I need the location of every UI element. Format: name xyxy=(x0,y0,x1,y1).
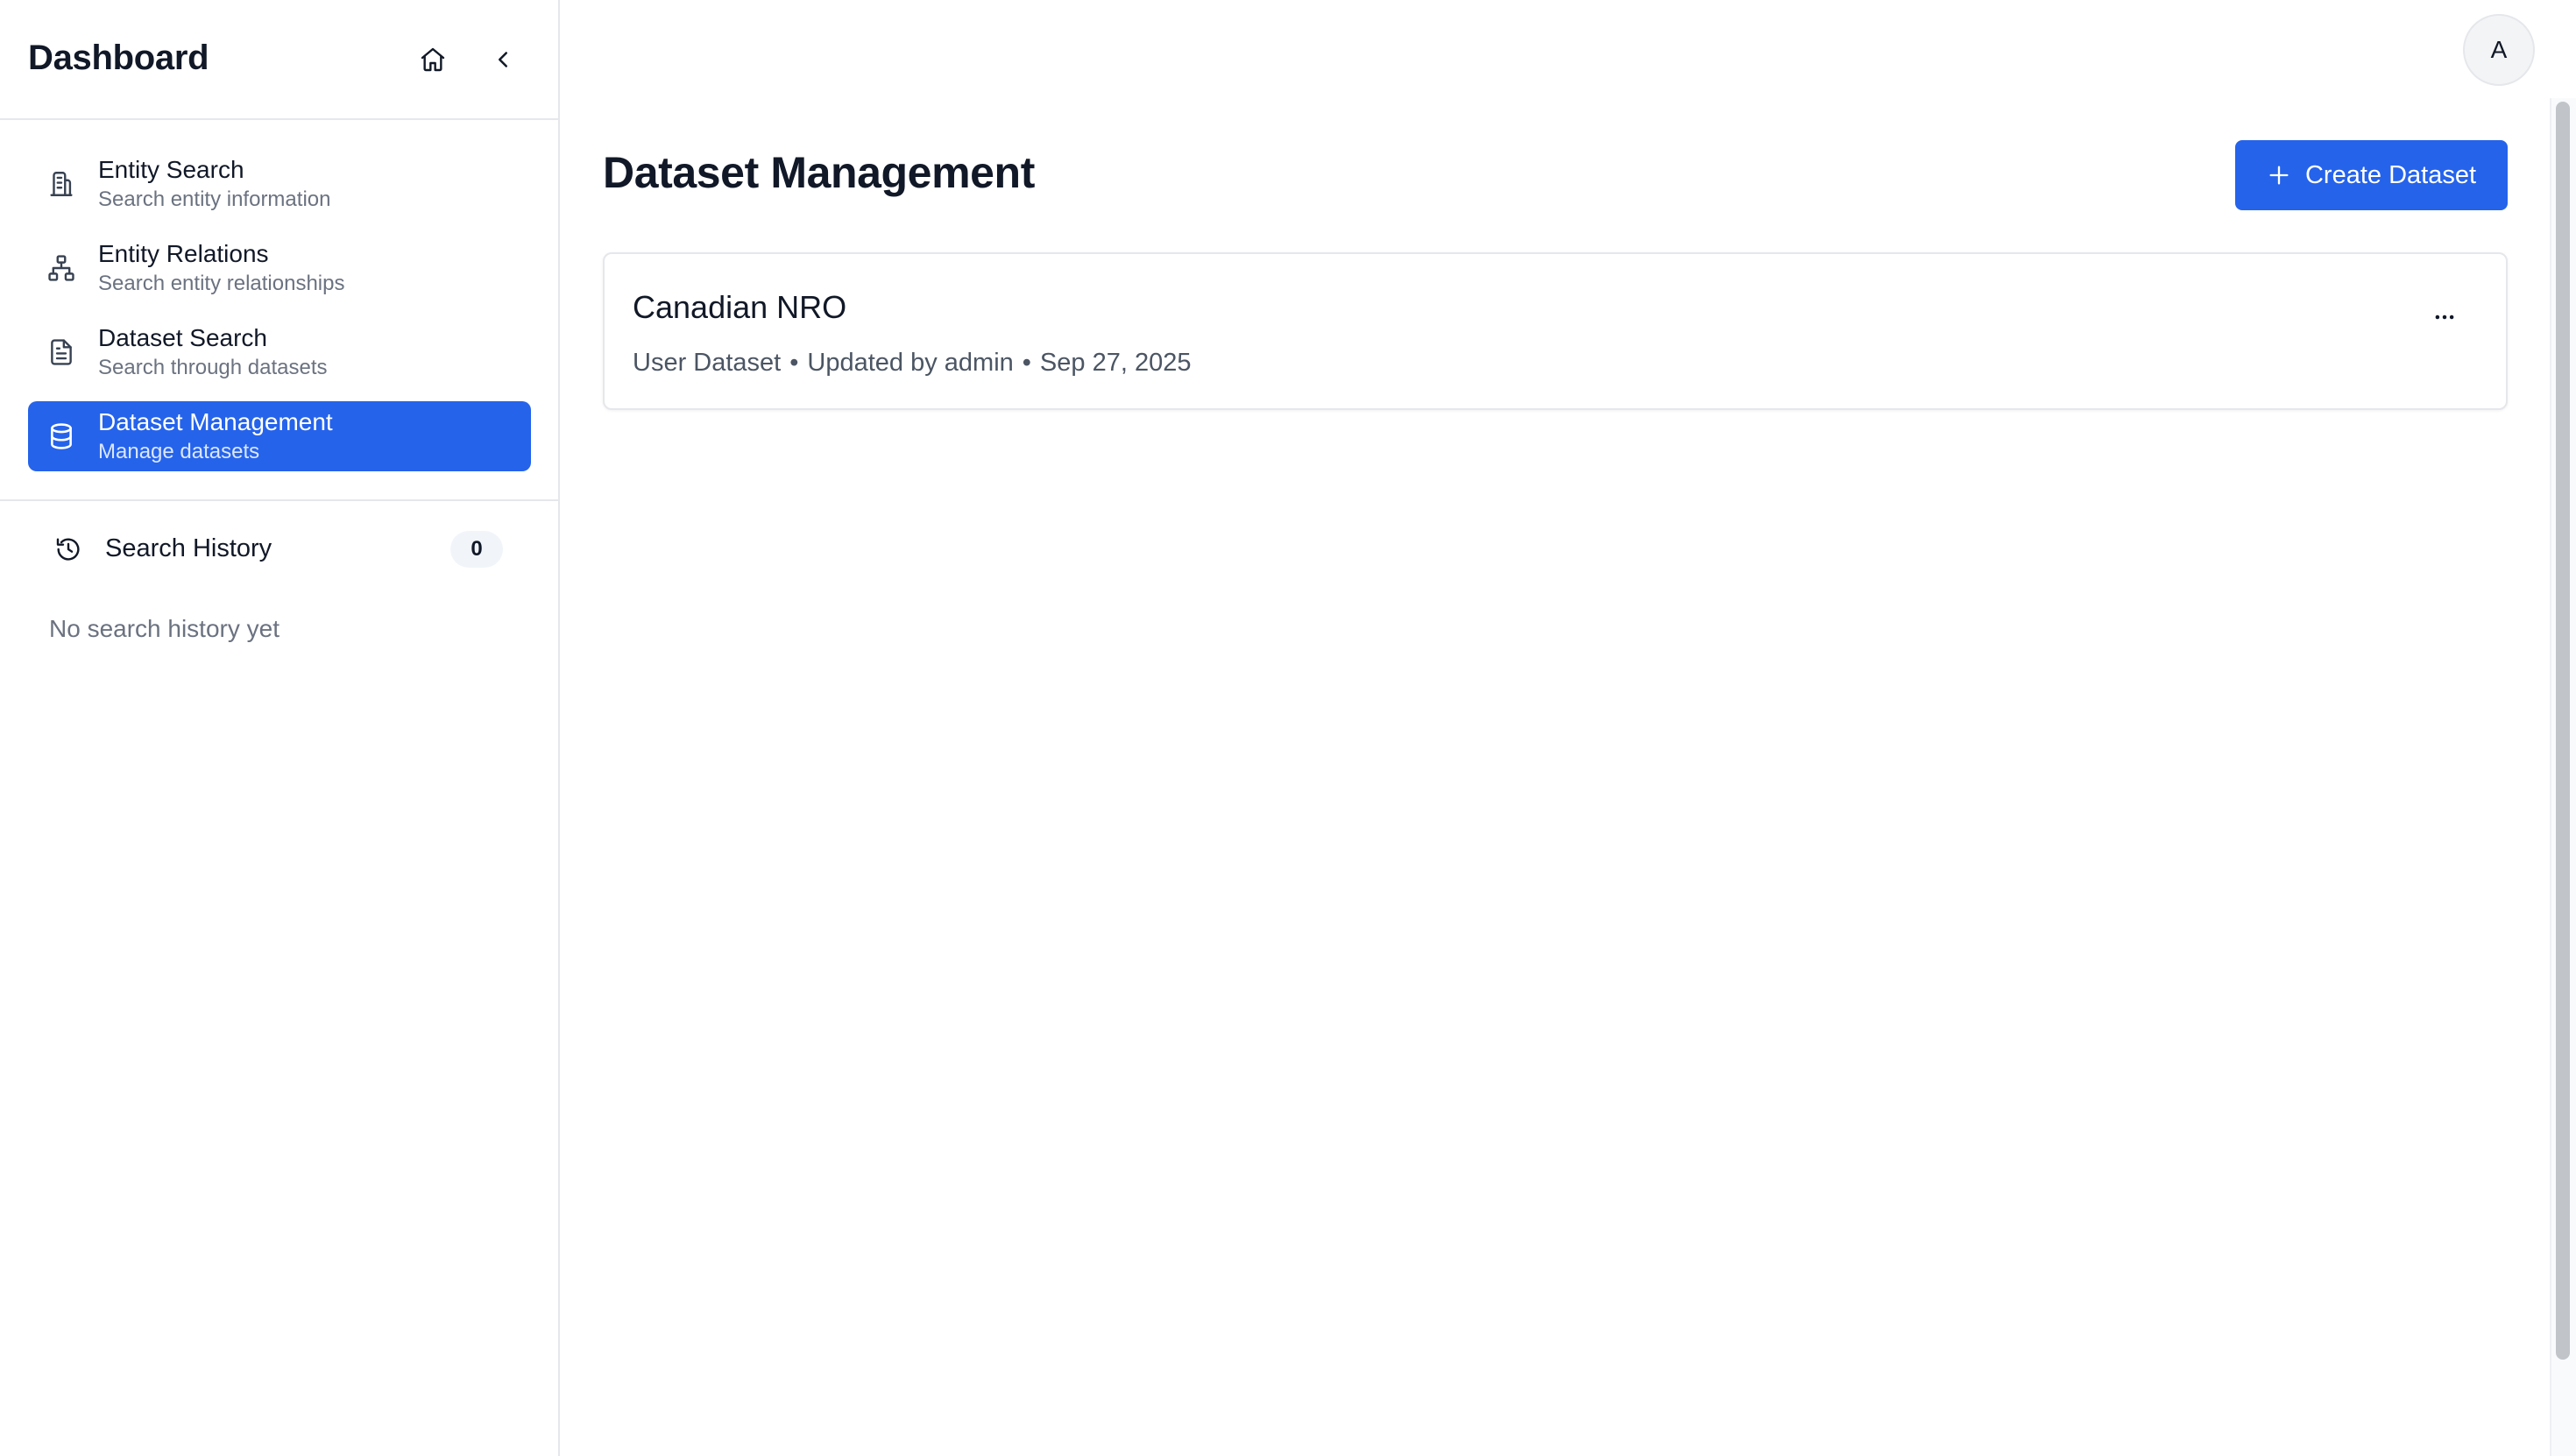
sidebar-header: Dashboard xyxy=(0,0,558,120)
dataset-date: Sep 27, 2025 xyxy=(1039,349,1192,377)
sidebar: Dashboard Entity Search Search entity in… xyxy=(0,0,560,1456)
search-history-header[interactable]: Search History 0 xyxy=(35,527,503,571)
dataset-meta: User Dataset • Updated by admin • Sep 27, 20… xyxy=(633,349,1191,378)
sidebar-item-label: Dataset Search xyxy=(98,324,267,351)
file-text-icon xyxy=(46,336,77,368)
separator-dot: • xyxy=(1022,349,1031,377)
user-avatar[interactable]: A xyxy=(2463,14,2535,86)
sidebar-item-label: Entity Relations xyxy=(98,240,269,267)
network-icon xyxy=(46,252,77,284)
dataset-card[interactable]: Canadian NRO User Dataset • Updated by adm… xyxy=(603,252,2508,410)
app-root: Dashboard Entity Search Search entity in… xyxy=(0,0,2576,1456)
building-icon xyxy=(46,168,77,200)
search-history-count-badge: 0 xyxy=(450,531,503,568)
sidebar-item-dataset-search[interactable]: Dataset Search Search through datasets xyxy=(28,317,531,387)
database-icon xyxy=(46,421,77,452)
separator-dot: • xyxy=(789,349,799,377)
sidebar-nav: Entity Search Search entity information … xyxy=(28,149,531,485)
sidebar-item-label: Dataset Management xyxy=(98,408,333,435)
collapse-sidebar-button[interactable] xyxy=(480,37,526,82)
sidebar-item-sublabel: Manage datasets xyxy=(98,440,260,463)
sidebar-item-dataset-management[interactable]: Dataset Management Manage datasets xyxy=(28,401,531,471)
history-icon xyxy=(53,534,84,565)
sidebar-item-entity-relations[interactable]: Entity Relations Search entity relations… xyxy=(28,233,531,303)
plus-icon xyxy=(2267,163,2291,187)
sidebar-item-entity-search[interactable]: Entity Search Search entity information xyxy=(28,149,531,219)
dataset-options-button[interactable] xyxy=(2420,294,2469,340)
sidebar-item-label: Entity Search xyxy=(98,156,244,183)
sidebar-divider xyxy=(0,499,558,501)
home-icon xyxy=(421,47,445,72)
dataset-updated-by: Updated by admin xyxy=(807,349,1014,377)
sidebar-title: Dashboard xyxy=(28,39,209,77)
chevron-left-icon xyxy=(499,52,507,67)
dataset-type: User Dataset xyxy=(633,349,782,377)
home-button[interactable] xyxy=(410,37,456,82)
create-dataset-label: Create Dataset xyxy=(2304,160,2477,189)
dataset-name: Canadian NRO xyxy=(633,289,847,325)
page-title: Dataset Management xyxy=(603,148,1035,197)
sidebar-item-sublabel: Search through datasets xyxy=(98,356,328,379)
scrollbar-thumb[interactable] xyxy=(2556,102,2570,1360)
sidebar-item-sublabel: Search entity information xyxy=(98,187,331,211)
more-horizontal-icon xyxy=(2435,315,2454,320)
search-history-empty-text: No search history yet xyxy=(49,615,280,642)
search-history-label: Search History xyxy=(105,534,272,562)
sidebar-item-sublabel: Search entity relationships xyxy=(98,272,345,295)
create-dataset-button[interactable]: Create Dataset xyxy=(2235,140,2508,210)
